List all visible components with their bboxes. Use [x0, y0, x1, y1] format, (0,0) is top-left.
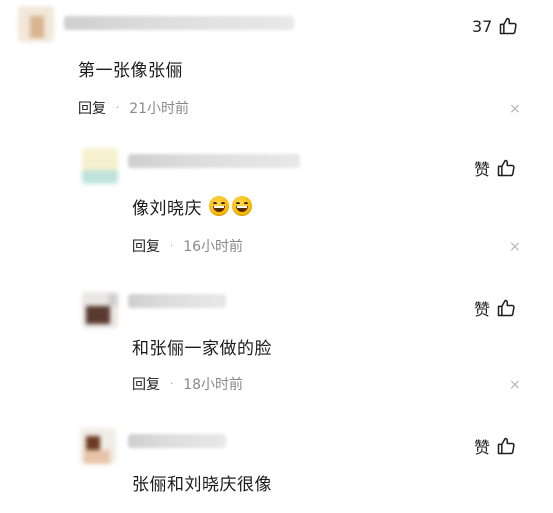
username[interactable]	[128, 154, 300, 168]
thumbs-up-icon	[497, 299, 515, 317]
grinning-face-icon	[209, 196, 229, 216]
separator-dot: ·	[116, 102, 120, 114]
thumbs-up-icon	[497, 159, 515, 177]
avatar[interactable]	[82, 292, 118, 328]
comment-meta: 回复 · 16小时前	[132, 236, 243, 256]
comment-item: 37 第一张像张俪 回复 · 21小时前 ×	[0, 0, 553, 130]
close-icon[interactable]: ×	[509, 102, 521, 116]
comment-time: 18小时前	[183, 377, 244, 393]
like-button[interactable]: 赞	[474, 156, 516, 180]
reply-item: 赞 像刘晓庆 回复 · 16小时前 ×	[0, 130, 553, 270]
like-button[interactable]: 37	[472, 16, 518, 36]
reply-button[interactable]: 回复	[132, 374, 160, 394]
close-icon[interactable]: ×	[509, 240, 521, 254]
reply-item: 赞 和张俪一家做的脸 回复 · 18小时前 ×	[0, 270, 553, 400]
comment-text: 像刘晓庆	[132, 199, 202, 219]
thumbs-up-icon	[500, 17, 518, 35]
reply-button[interactable]: 回复	[78, 98, 106, 118]
comment-text: 张俪和刘晓庆很像	[132, 475, 272, 495]
like-button[interactable]: 赞	[474, 296, 516, 320]
comment-time: 21小时前	[129, 101, 190, 117]
comment-meta: 回复 · 18小时前	[132, 374, 243, 394]
like-label: 赞	[474, 160, 491, 179]
close-icon[interactable]: ×	[509, 378, 521, 392]
like-button[interactable]: 赞	[474, 434, 516, 458]
separator-dot: ·	[170, 240, 174, 252]
thumbs-up-icon	[497, 437, 515, 455]
comment-text: 第一张像张俪	[78, 61, 183, 81]
username[interactable]	[128, 434, 226, 448]
reply-button[interactable]: 回复	[132, 236, 160, 256]
grinning-face-icon	[232, 196, 252, 216]
like-label: 赞	[474, 438, 491, 457]
emoji-group	[209, 196, 252, 216]
avatar[interactable]	[80, 428, 116, 464]
separator-dot: ·	[170, 378, 174, 390]
avatar[interactable]	[82, 148, 118, 184]
username[interactable]	[128, 294, 226, 308]
comment-text: 和张俪一家做的脸	[132, 339, 272, 359]
reply-item: 赞 张俪和刘晓庆很像	[0, 400, 553, 513]
like-count: 37	[472, 16, 493, 36]
avatar[interactable]	[18, 6, 54, 42]
username[interactable]	[64, 16, 294, 30]
comment-meta: 回复 · 21小时前	[78, 98, 189, 118]
comment-time: 16小时前	[183, 239, 244, 255]
like-label: 赞	[474, 300, 491, 319]
